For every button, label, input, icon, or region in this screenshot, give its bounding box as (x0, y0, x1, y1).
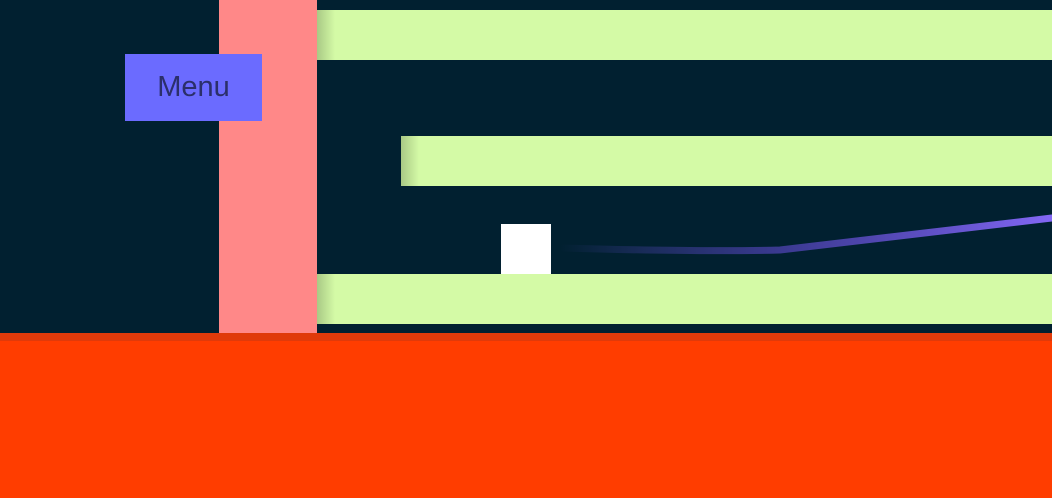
menu-button[interactable]: Menu (125, 54, 262, 121)
lava-floor (0, 333, 1052, 498)
motion-trail (556, 214, 1052, 255)
player-square (501, 224, 551, 274)
lava-surface (0, 333, 1052, 341)
game-canvas[interactable]: Menu (0, 0, 1052, 498)
